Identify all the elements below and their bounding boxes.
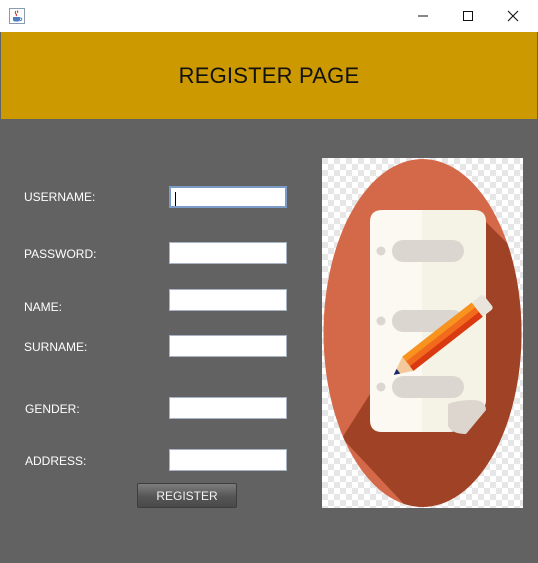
username-field[interactable]	[169, 186, 287, 208]
name-field[interactable]	[169, 289, 287, 311]
minimize-button[interactable]	[400, 0, 446, 32]
java-cup-icon	[9, 8, 25, 24]
page-title: REGISTER PAGE	[178, 62, 360, 88]
register-illustration	[322, 158, 523, 508]
surname-label: SURNAME:	[24, 340, 88, 354]
password-field[interactable]	[169, 242, 287, 264]
password-label: PASSWORD:	[24, 247, 97, 261]
close-icon	[507, 10, 519, 22]
gender-field[interactable]	[169, 397, 287, 419]
maximize-icon	[462, 10, 474, 22]
gender-label: GENDER:	[25, 402, 80, 416]
text-caret	[175, 192, 176, 206]
title-bar[interactable]	[0, 0, 538, 32]
maximize-button[interactable]	[445, 0, 491, 32]
notepad-pencil-icon	[322, 158, 523, 512]
minimize-icon	[417, 10, 429, 22]
close-button[interactable]	[490, 0, 536, 32]
username-label: USERNAME:	[24, 190, 96, 204]
address-label: ADDRESS:	[25, 454, 87, 468]
name-label: NAME:	[24, 300, 63, 314]
page-header: REGISTER PAGE	[1, 32, 537, 119]
surname-field[interactable]	[169, 335, 287, 357]
address-field[interactable]	[169, 449, 287, 471]
register-button[interactable]: REGISTER	[137, 483, 237, 508]
